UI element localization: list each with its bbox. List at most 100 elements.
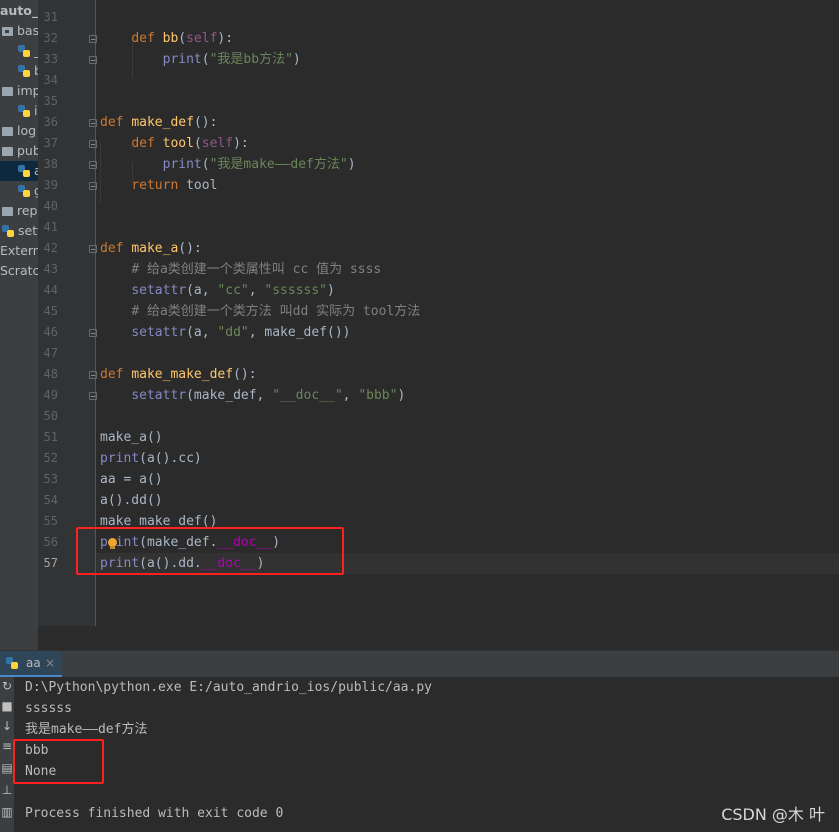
console-output-line: ssssss xyxy=(25,701,72,716)
line-number: 44 xyxy=(43,283,58,297)
fold-marker-icon[interactable] xyxy=(89,182,97,190)
line-number: 47 xyxy=(43,346,58,360)
line-number: 32 xyxy=(43,31,58,45)
line-number: 48 xyxy=(43,367,58,381)
delete-icon[interactable]: ▥ xyxy=(0,805,14,819)
tree-item-py-file[interactable]: g xyxy=(18,181,38,201)
down-arrow-icon[interactable]: ↓ xyxy=(0,719,14,733)
line-number: 37 xyxy=(43,136,58,150)
code-line: make_a() xyxy=(100,430,163,445)
fold-marker-icon[interactable] xyxy=(89,56,97,64)
tree-item-bas[interactable]: bas xyxy=(2,21,38,41)
code-line: aa = a() xyxy=(100,472,163,487)
code-line: a().dd() xyxy=(100,493,163,508)
line-number: 56 xyxy=(43,535,58,549)
tree-item-py-file[interactable]: _ xyxy=(18,41,38,61)
console-output-line: D:\Python\python.exe E:/auto_andrio_ios/… xyxy=(25,680,432,695)
tree-item-label: imp xyxy=(17,83,38,98)
line-number: 34 xyxy=(43,73,58,87)
rerun-icon[interactable]: ↻ xyxy=(0,679,14,693)
python-file-icon xyxy=(18,185,30,197)
pin-icon[interactable]: ⊥ xyxy=(0,783,14,797)
python-file-icon xyxy=(18,45,30,57)
line-number: 50 xyxy=(43,409,58,423)
fold-marker-icon[interactable] xyxy=(89,245,97,253)
tree-item-log[interactable]: log xyxy=(2,121,36,141)
tree-item-pub[interactable]: pub xyxy=(2,141,38,161)
code-line: print(a().cc) xyxy=(100,451,202,466)
line-number: 36 xyxy=(43,115,58,129)
console-output-line: 我是make——def方法 xyxy=(25,722,148,737)
folder-icon xyxy=(2,207,13,216)
python-file-icon xyxy=(6,657,18,669)
fold-marker-icon[interactable] xyxy=(89,161,97,169)
tree-item-imp[interactable]: imp xyxy=(2,81,38,101)
code-line: print("我是bb方法") xyxy=(162,52,301,67)
code-line: def bb(self): xyxy=(131,31,234,46)
fold-marker-icon[interactable] xyxy=(89,329,97,337)
print-icon[interactable]: ▤ xyxy=(0,761,14,775)
line-number: 51 xyxy=(43,430,58,444)
line-number: 43 xyxy=(43,262,58,276)
line-number: 53 xyxy=(43,472,58,486)
line-number: 46 xyxy=(43,325,58,339)
code-line: setattr(a, "cc", "ssssss") xyxy=(131,283,335,298)
tree-item-label: rep xyxy=(17,203,38,218)
folder-icon xyxy=(2,87,13,96)
tree-item-external-libraries[interactable]: Externa xyxy=(0,241,38,261)
line-number: 49 xyxy=(43,388,58,402)
tree-item-rep[interactable]: rep xyxy=(2,201,38,221)
tree-item-label: i xyxy=(34,103,38,118)
fold-marker-icon[interactable] xyxy=(89,392,97,400)
code-line: setattr(make_def, "__doc__", "bbb") xyxy=(131,388,406,403)
tree-item-scratches[interactable]: Scratch xyxy=(0,261,38,281)
line-number: 35 xyxy=(43,94,58,108)
fold-marker-icon[interactable] xyxy=(89,35,97,43)
tree-item-label: Scratch xyxy=(0,263,38,278)
tree-item-root[interactable]: auto_a xyxy=(0,1,38,21)
line-number-current: 57 xyxy=(43,556,58,570)
tree-item-label: bas xyxy=(17,23,38,38)
run-tool-window-header: aa × xyxy=(0,650,839,678)
package-folder-icon xyxy=(2,27,13,36)
line-number: 54 xyxy=(43,493,58,507)
tree-item-py-file[interactable]: i xyxy=(18,101,37,121)
python-file-icon xyxy=(18,165,30,177)
line-number: 39 xyxy=(43,178,58,192)
tree-item-py-file[interactable]: b xyxy=(18,61,38,81)
fold-marker-icon[interactable] xyxy=(89,140,97,148)
fold-marker-icon[interactable] xyxy=(89,119,97,127)
annotation-box-code xyxy=(76,527,344,575)
stop-icon[interactable]: ■ xyxy=(0,699,14,713)
python-file-icon xyxy=(18,105,30,117)
annotation-box-output xyxy=(13,739,104,784)
line-number: 38 xyxy=(43,157,58,171)
code-line: setattr(a, "dd", make_def()) xyxy=(131,325,351,340)
code-line: def make_def(): xyxy=(100,115,218,130)
wrap-icon[interactable]: ≡ xyxy=(0,739,14,753)
code-line: return tool xyxy=(131,178,218,193)
python-file-icon xyxy=(18,65,30,77)
tree-item-label: Externa xyxy=(0,243,38,258)
project-tree: auto_a bas _ b imp i log pub a g rep set… xyxy=(0,0,38,650)
run-tab[interactable]: aa × xyxy=(0,651,62,677)
line-number: 33 xyxy=(43,52,58,66)
line-number: 41 xyxy=(43,220,58,234)
tree-item-label: auto_a xyxy=(0,3,38,18)
python-file-icon xyxy=(2,225,14,237)
line-number: 52 xyxy=(43,451,58,465)
run-tab-label: aa xyxy=(26,656,41,670)
watermark: CSDN @木 叶 xyxy=(721,805,825,824)
line-number: 42 xyxy=(43,241,58,255)
close-icon[interactable]: × xyxy=(45,656,55,670)
tree-item-sett[interactable]: sett xyxy=(2,221,38,241)
code-line: # 给a类创建一个类方法 叫dd 实际为 tool方法 xyxy=(131,304,421,319)
fold-marker-icon[interactable] xyxy=(89,371,97,379)
tree-item-selected-file[interactable]: a xyxy=(0,161,38,181)
folder-icon xyxy=(2,127,13,136)
folder-icon xyxy=(2,147,13,156)
run-toolbar: ↻ ■ ↓ ≡ ▤ ⊥ ▥ xyxy=(0,677,14,832)
code-line: print("我是make——def方法") xyxy=(162,157,356,172)
line-number: 31 xyxy=(43,10,58,24)
line-number: 40 xyxy=(43,199,58,213)
